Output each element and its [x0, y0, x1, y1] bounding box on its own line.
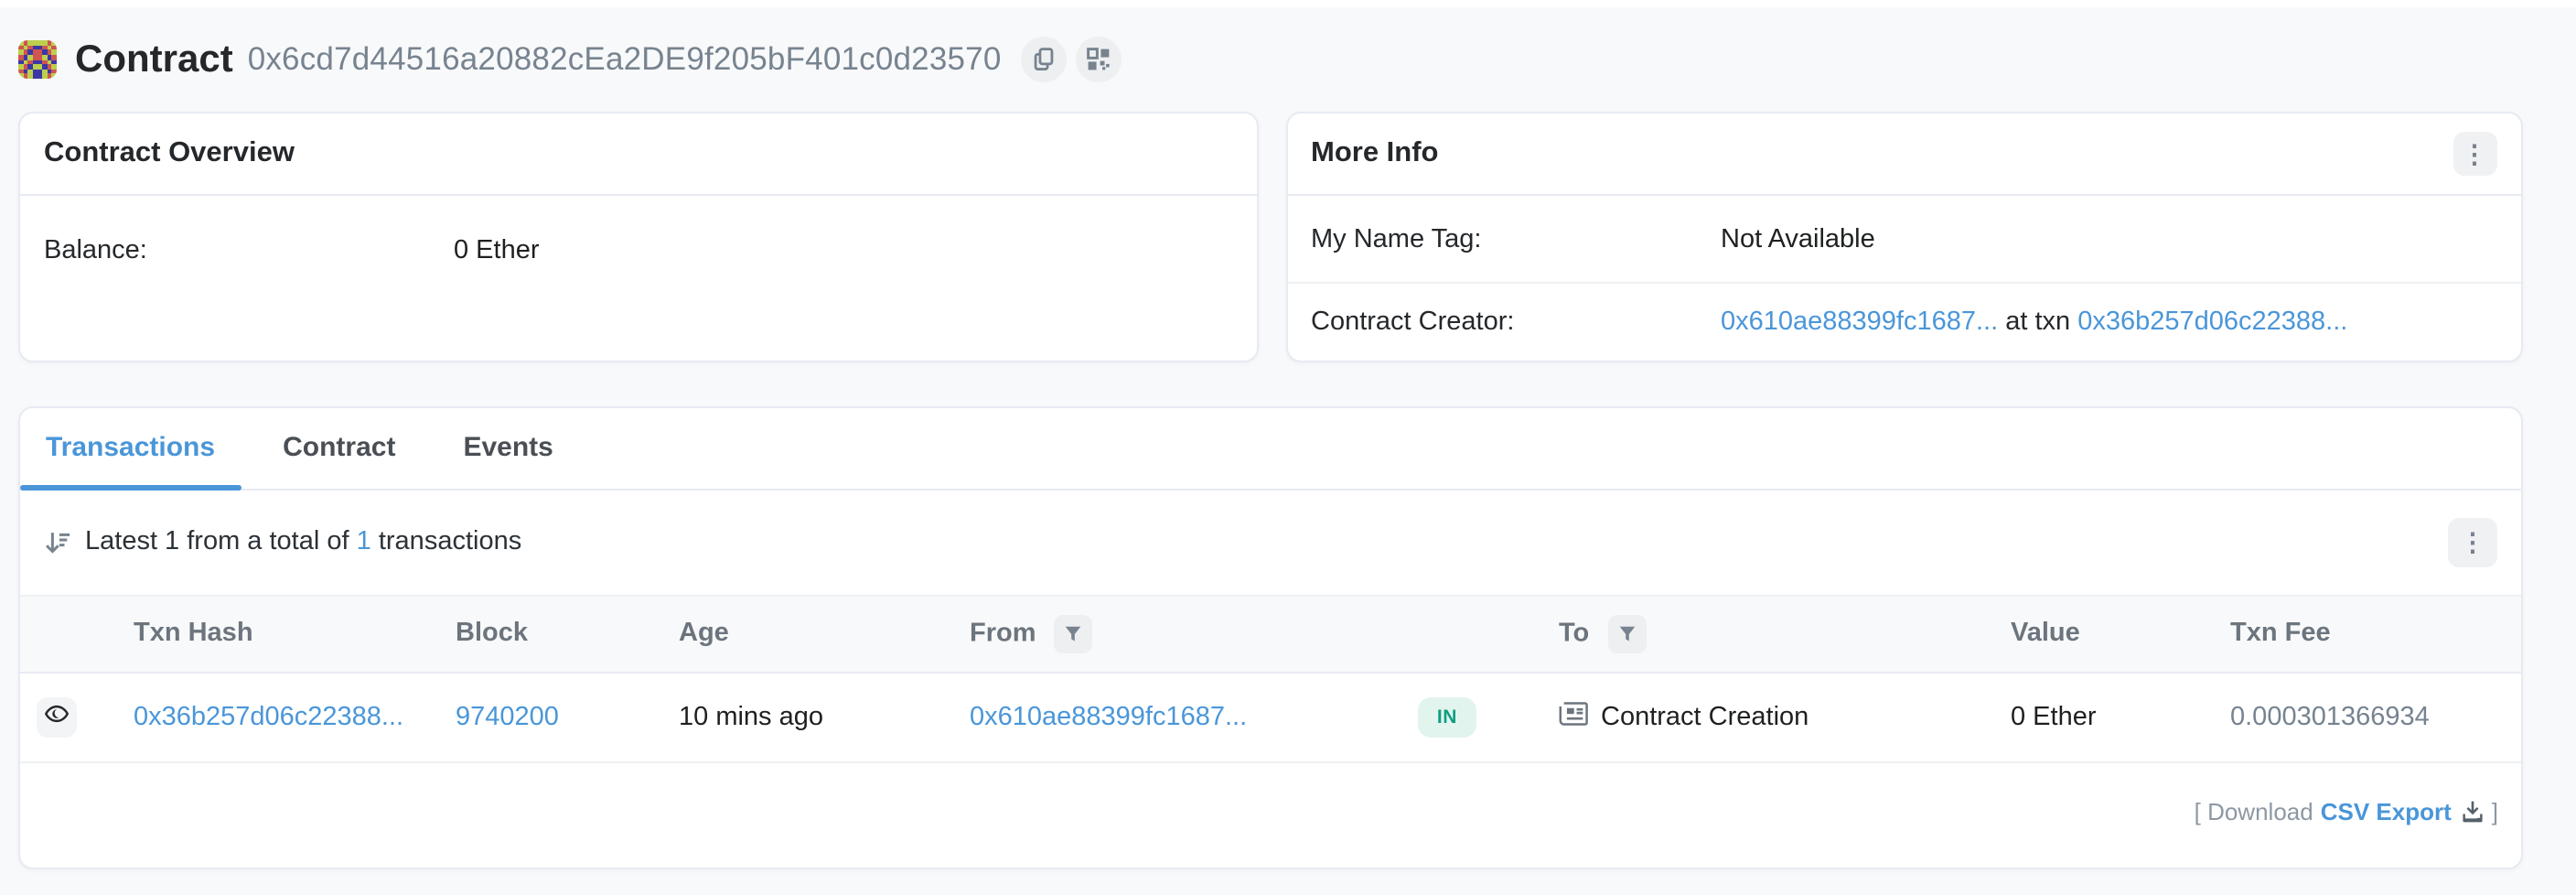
csv-export-link[interactable]: CSV Export — [2321, 797, 2485, 826]
txn-age: 10 mins ago — [660, 672, 951, 761]
to-cell: Contract Creation — [1559, 700, 1992, 733]
contract-avatar — [18, 40, 57, 79]
name-tag-row: My Name Tag: Not Available — [1287, 196, 2520, 282]
more-info-card-title: More Info — [1311, 137, 1439, 170]
download-suffix: ] — [2492, 798, 2498, 825]
kebab-vertical-icon: ⋮ — [2462, 139, 2487, 168]
txn-value: 0 Ether — [1992, 672, 2212, 761]
header-to: To — [1520, 595, 1992, 672]
more-info-card: More Info ⋮ My Name Tag: Not Available C… — [1285, 112, 2522, 362]
contract-creator-row: Contract Creator: 0x610ae88399fc1687... … — [1287, 282, 2520, 361]
copy-address-button[interactable] — [1022, 37, 1068, 82]
direction-badge: IN — [1418, 696, 1476, 737]
tab-events[interactable]: Events — [437, 408, 578, 488]
balance-row: Balance: 0 Ether — [20, 209, 1256, 293]
to-label: Contract Creation — [1601, 702, 1809, 731]
eye-icon — [44, 701, 70, 732]
kebab-vertical-icon: ⋮ — [2460, 527, 2485, 556]
transactions-menu-button[interactable]: ⋮ — [2448, 517, 2497, 566]
name-tag-label: My Name Tag: — [1311, 224, 1721, 253]
qrcode-icon — [1088, 48, 1111, 71]
header-eye-column — [20, 595, 115, 672]
contract-creator-label: Contract Creator: — [1311, 307, 1721, 337]
balance-label: Balance: — [44, 236, 454, 265]
copy-icon — [1033, 48, 1057, 71]
filter-funnel-icon — [1618, 620, 1635, 647]
contract-creator-value: 0x610ae88399fc1687... at txn 0x36b257d06… — [1721, 307, 2347, 337]
txn-hash-link[interactable]: 0x36b257d06c22388... — [134, 702, 403, 731]
tab-transactions[interactable]: Transactions — [20, 408, 241, 488]
creator-connector: at txn — [2005, 307, 2070, 337]
name-tag-value: Not Available — [1721, 224, 1875, 253]
creator-address-link[interactable]: 0x610ae88399fc1687... — [1721, 307, 1998, 337]
to-filter-button[interactable] — [1607, 614, 1646, 652]
overview-card-title: Contract Overview — [44, 137, 295, 170]
page-title: Contract — [75, 38, 233, 81]
contract-overview-card: Contract Overview Balance: 0 Ether — [18, 112, 1258, 362]
txn-fee: 0.000301366934 — [2212, 672, 2520, 761]
block-link[interactable]: 9740200 — [456, 702, 559, 731]
transactions-toolbar: Latest 1 from a total of 1 transactions … — [20, 490, 2520, 594]
total-transactions-link[interactable]: 1 — [357, 527, 371, 556]
more-info-menu-button[interactable]: ⋮ — [2453, 132, 2496, 176]
header-age-toggle[interactable]: Age — [660, 595, 951, 672]
balance-value: 0 Ether — [454, 236, 540, 265]
header-block: Block — [437, 595, 660, 672]
header-txn-hash: Txn Hash — [115, 595, 437, 672]
download-prefix: [ Download — [2195, 798, 2313, 825]
filter-funnel-icon — [1066, 620, 1082, 647]
transactions-table: Txn Hash Block Age From — [20, 594, 2520, 762]
transactions-card: Transactions Contract Events Latest 1 fr… — [18, 406, 2522, 869]
newspaper-icon — [1559, 700, 1588, 733]
download-icon — [2461, 797, 2485, 826]
creator-txn-link[interactable]: 0x36b257d06c22388... — [2077, 307, 2347, 337]
sort-amount-down-icon — [43, 528, 70, 555]
header-value: Value — [1992, 595, 2212, 672]
page: Contract 0x6cd7d44516a20882cEa2DE9f205bF… — [0, 0, 2576, 895]
transactions-summary: Latest 1 from a total of 1 transactions — [85, 527, 521, 556]
page-header: Contract 0x6cd7d44516a20882cEa2DE9f205bF… — [18, 7, 2522, 112]
tab-contract[interactable]: Contract — [257, 408, 421, 488]
csv-export-row: [ Download CSV Export ] — [20, 762, 2520, 869]
from-filter-button[interactable] — [1055, 614, 1093, 652]
header-direction-column — [1411, 595, 1520, 672]
qrcode-button[interactable] — [1077, 37, 1122, 82]
header-txn-fee-toggle[interactable]: Txn Fee — [2212, 595, 2520, 672]
contract-address: 0x6cd7d44516a20882cEa2DE9f205bF401c0d235… — [248, 40, 1002, 79]
header-from: From — [951, 595, 1411, 672]
from-address-link[interactable]: 0x610ae88399fc1687... — [970, 702, 1247, 731]
transaction-row: 0x36b257d06c22388... 9740200 10 mins ago… — [20, 672, 2520, 761]
top-divider — [0, 0, 2576, 7]
table-header-row: Txn Hash Block Age From — [20, 595, 2520, 672]
preview-txn-button[interactable] — [37, 696, 77, 737]
tab-bar: Transactions Contract Events — [20, 408, 2520, 490]
